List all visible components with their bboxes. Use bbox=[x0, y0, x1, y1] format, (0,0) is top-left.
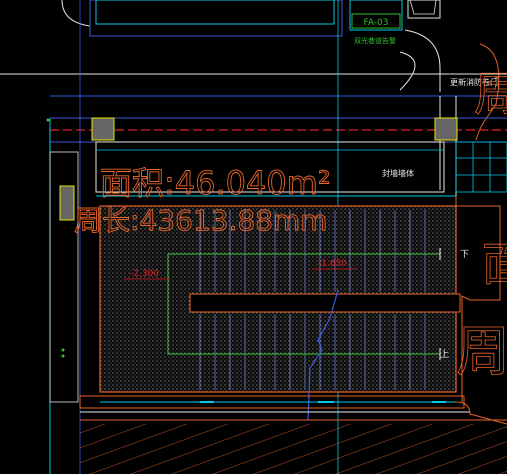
right-char-top: 周 bbox=[474, 67, 507, 121]
area-text[interactable]: 面积:46.040m² bbox=[100, 164, 332, 203]
elevation-left: -2.300 bbox=[130, 269, 159, 279]
cad-drawing-canvas[interactable]: FA-03 双光巷道告警 更新消防卷门 封墙墙体 面积:46.040m² 周长:… bbox=[0, 0, 507, 474]
wall-label: 封墙墙体 bbox=[382, 168, 414, 178]
right-char-bottom: 周 bbox=[456, 320, 507, 383]
right-tiles bbox=[455, 141, 507, 193]
tag-box[interactable]: FA-03 bbox=[351, 13, 401, 29]
perimeter-text[interactable]: 周长:43613.88mm bbox=[74, 204, 328, 238]
elevation-right: -1.650 bbox=[318, 259, 347, 269]
tag-caption: 双光巷道告警 bbox=[354, 36, 396, 45]
top-structure bbox=[61, 0, 500, 141]
up-mark: 上 bbox=[440, 349, 449, 360]
marker-dots bbox=[46, 118, 65, 358]
tag-label: FA-03 bbox=[363, 18, 388, 28]
right-char-mid: 面 bbox=[482, 237, 507, 291]
down-mark: 下 bbox=[460, 250, 469, 260]
bottom-slab bbox=[79, 395, 507, 474]
